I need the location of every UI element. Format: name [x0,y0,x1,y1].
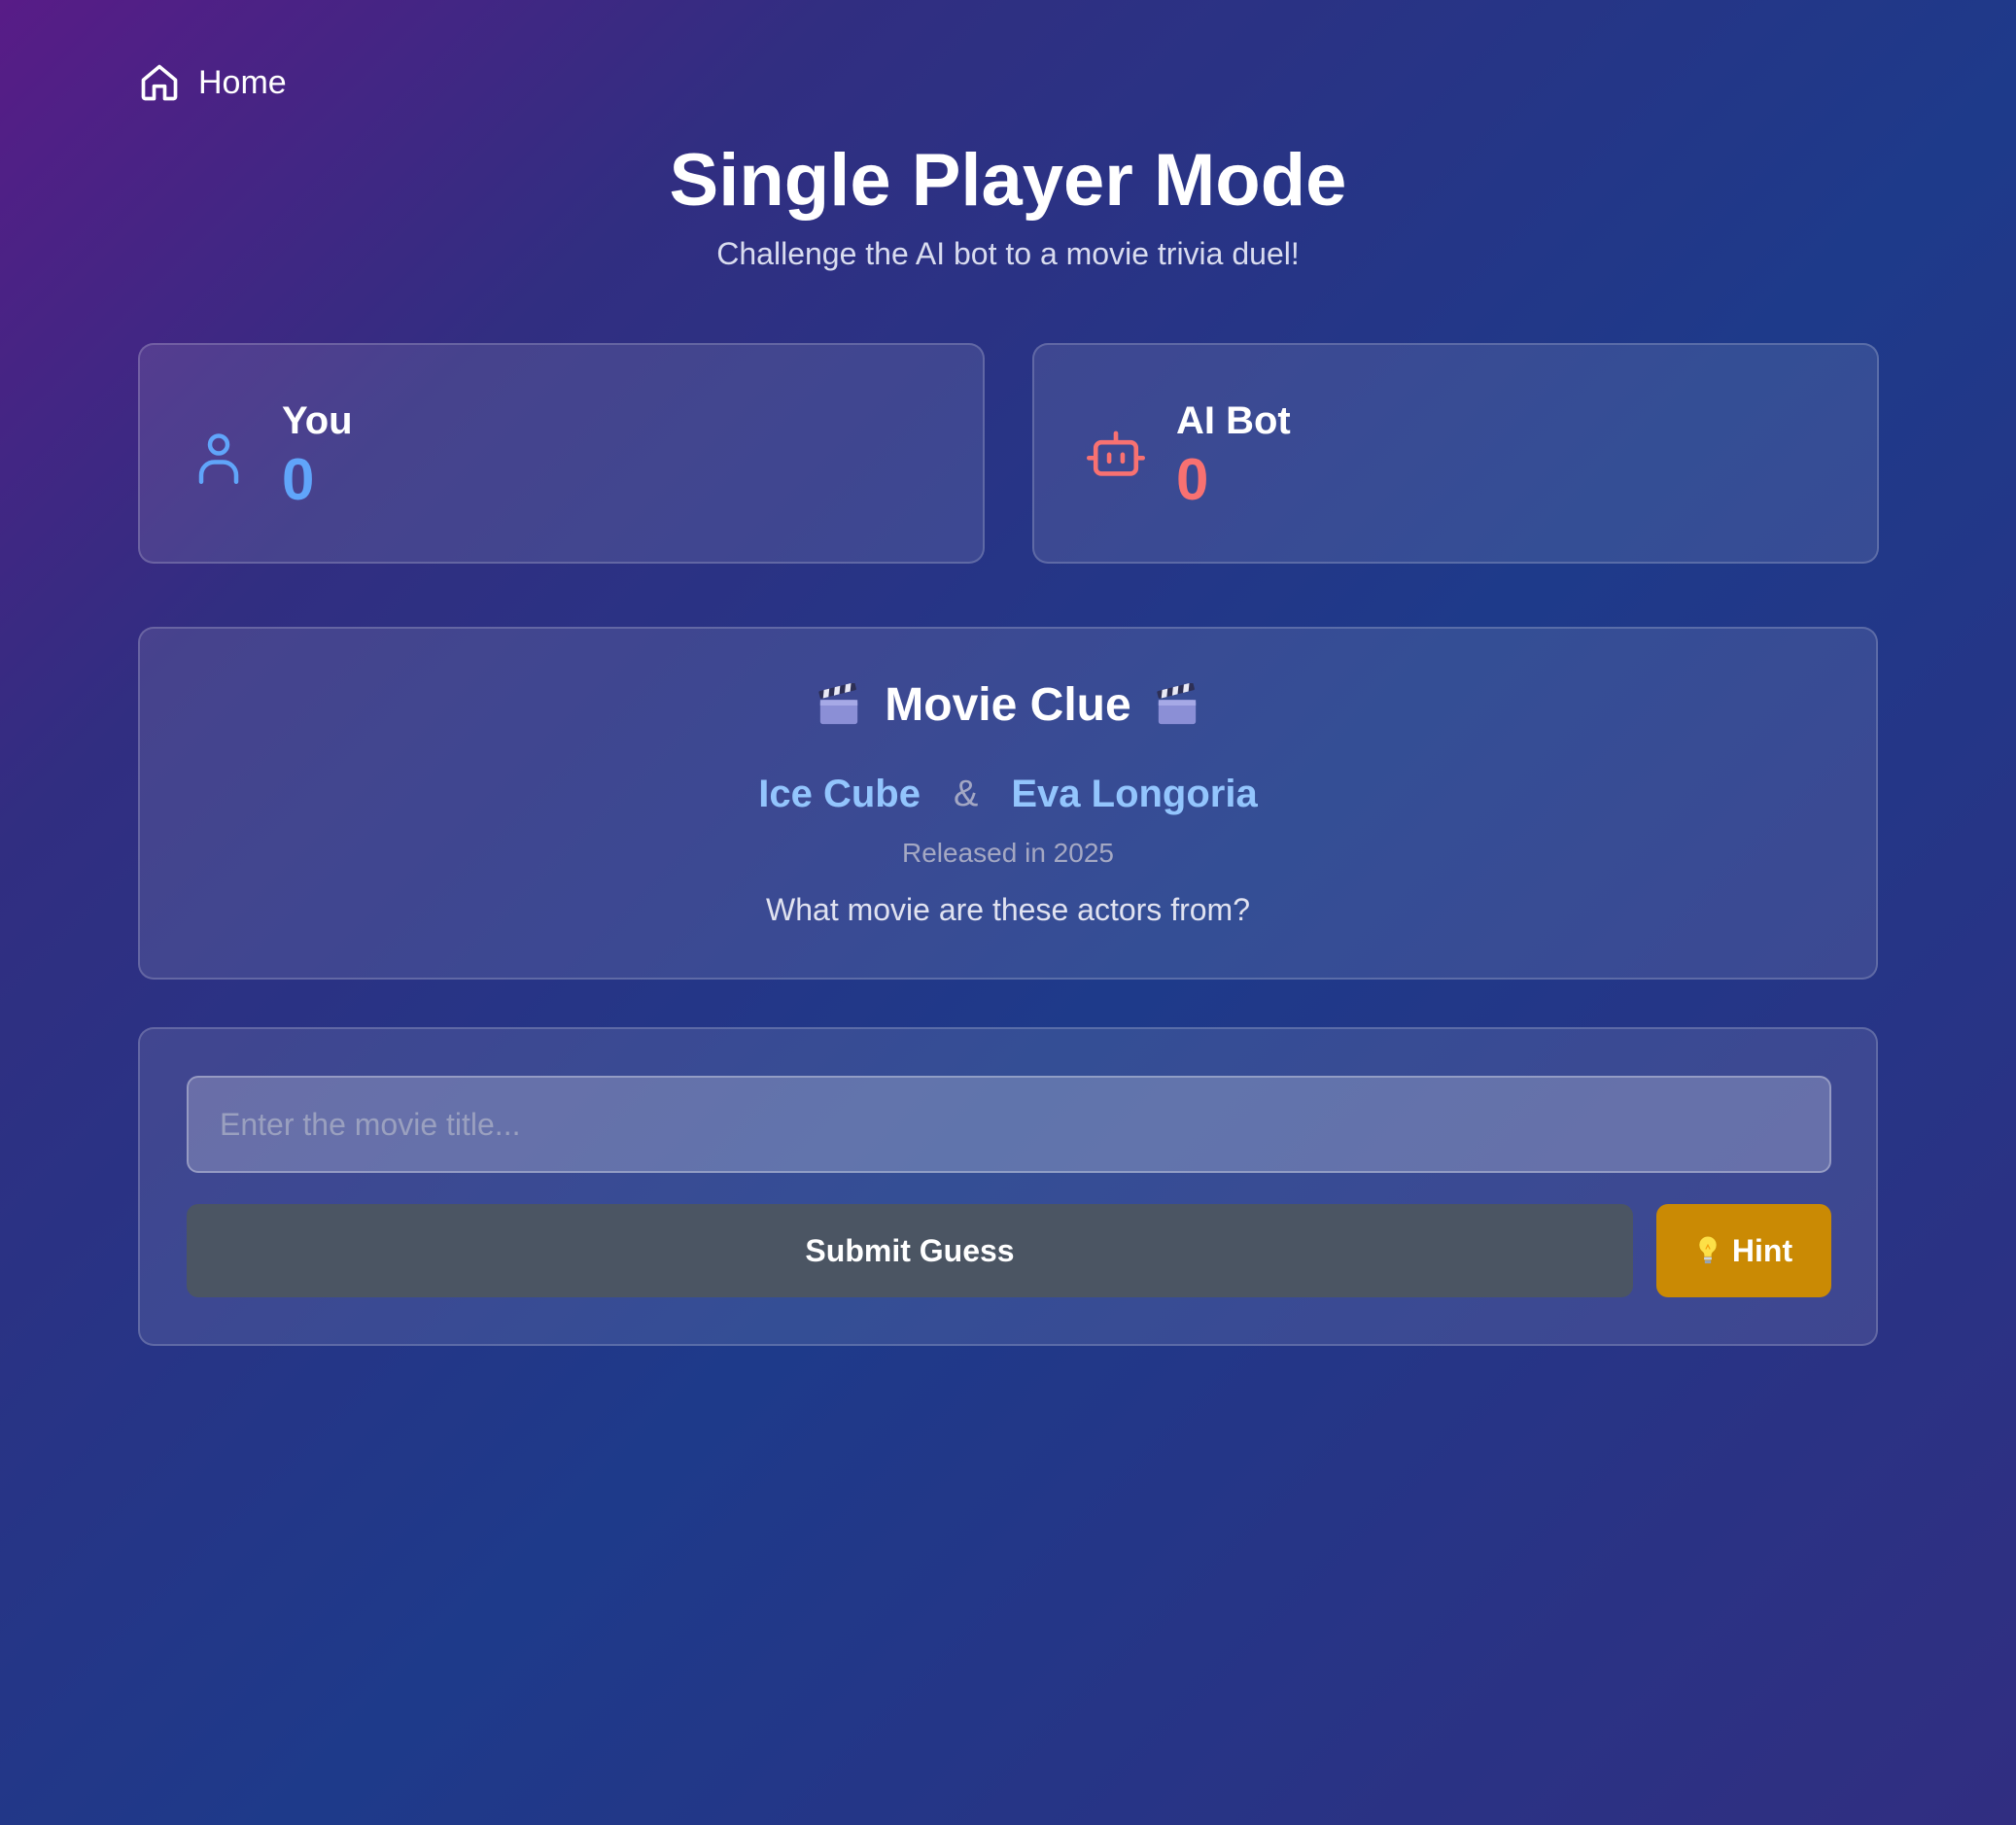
user-icon [192,429,245,492]
clapperboard-icon [817,683,861,728]
lightbulb-icon [1695,1235,1721,1266]
player-name: You [282,399,353,442]
clapperboard-icon [1155,683,1199,728]
clue-question: What movie are these actors from? [766,892,1250,927]
hint-label: Hint [1731,1232,1793,1268]
actor-list: Ice Cube & Eva Longoria [140,775,1876,813]
hint-button[interactable]: Hint [1656,1204,1831,1297]
home-label: Home [198,64,287,101]
guess-form: Submit Guess Hint [138,1027,1878,1346]
home-icon [138,60,181,105]
bot-name: AI Bot [1176,399,1291,442]
actor-name: Ice Cube [758,773,921,815]
release-year: Released in 2025 [902,838,1114,868]
player-score: 0 [282,447,315,512]
bot-score-card: AI Bot 0 [1032,343,1879,564]
movie-title-input[interactable] [187,1076,1831,1173]
movie-clue-card: Movie Clue Ice Cube & Eva Longoria Relea… [138,627,1878,980]
home-link[interactable]: Home [138,60,287,105]
clue-title: Movie Clue [885,679,1131,731]
clue-heading: Movie Clue [140,682,1876,729]
actor-separator: & [953,774,979,814]
actor-name: Eva Longoria [1011,773,1258,815]
page-title: Single Player Mode [669,139,1347,222]
robot-icon [1087,429,1145,488]
player-score-card: You 0 [138,343,985,564]
bot-score: 0 [1176,447,1209,512]
page-subtitle: Challenge the AI bot to a movie trivia d… [716,236,1300,271]
submit-guess-button[interactable]: Submit Guess [187,1204,1633,1297]
